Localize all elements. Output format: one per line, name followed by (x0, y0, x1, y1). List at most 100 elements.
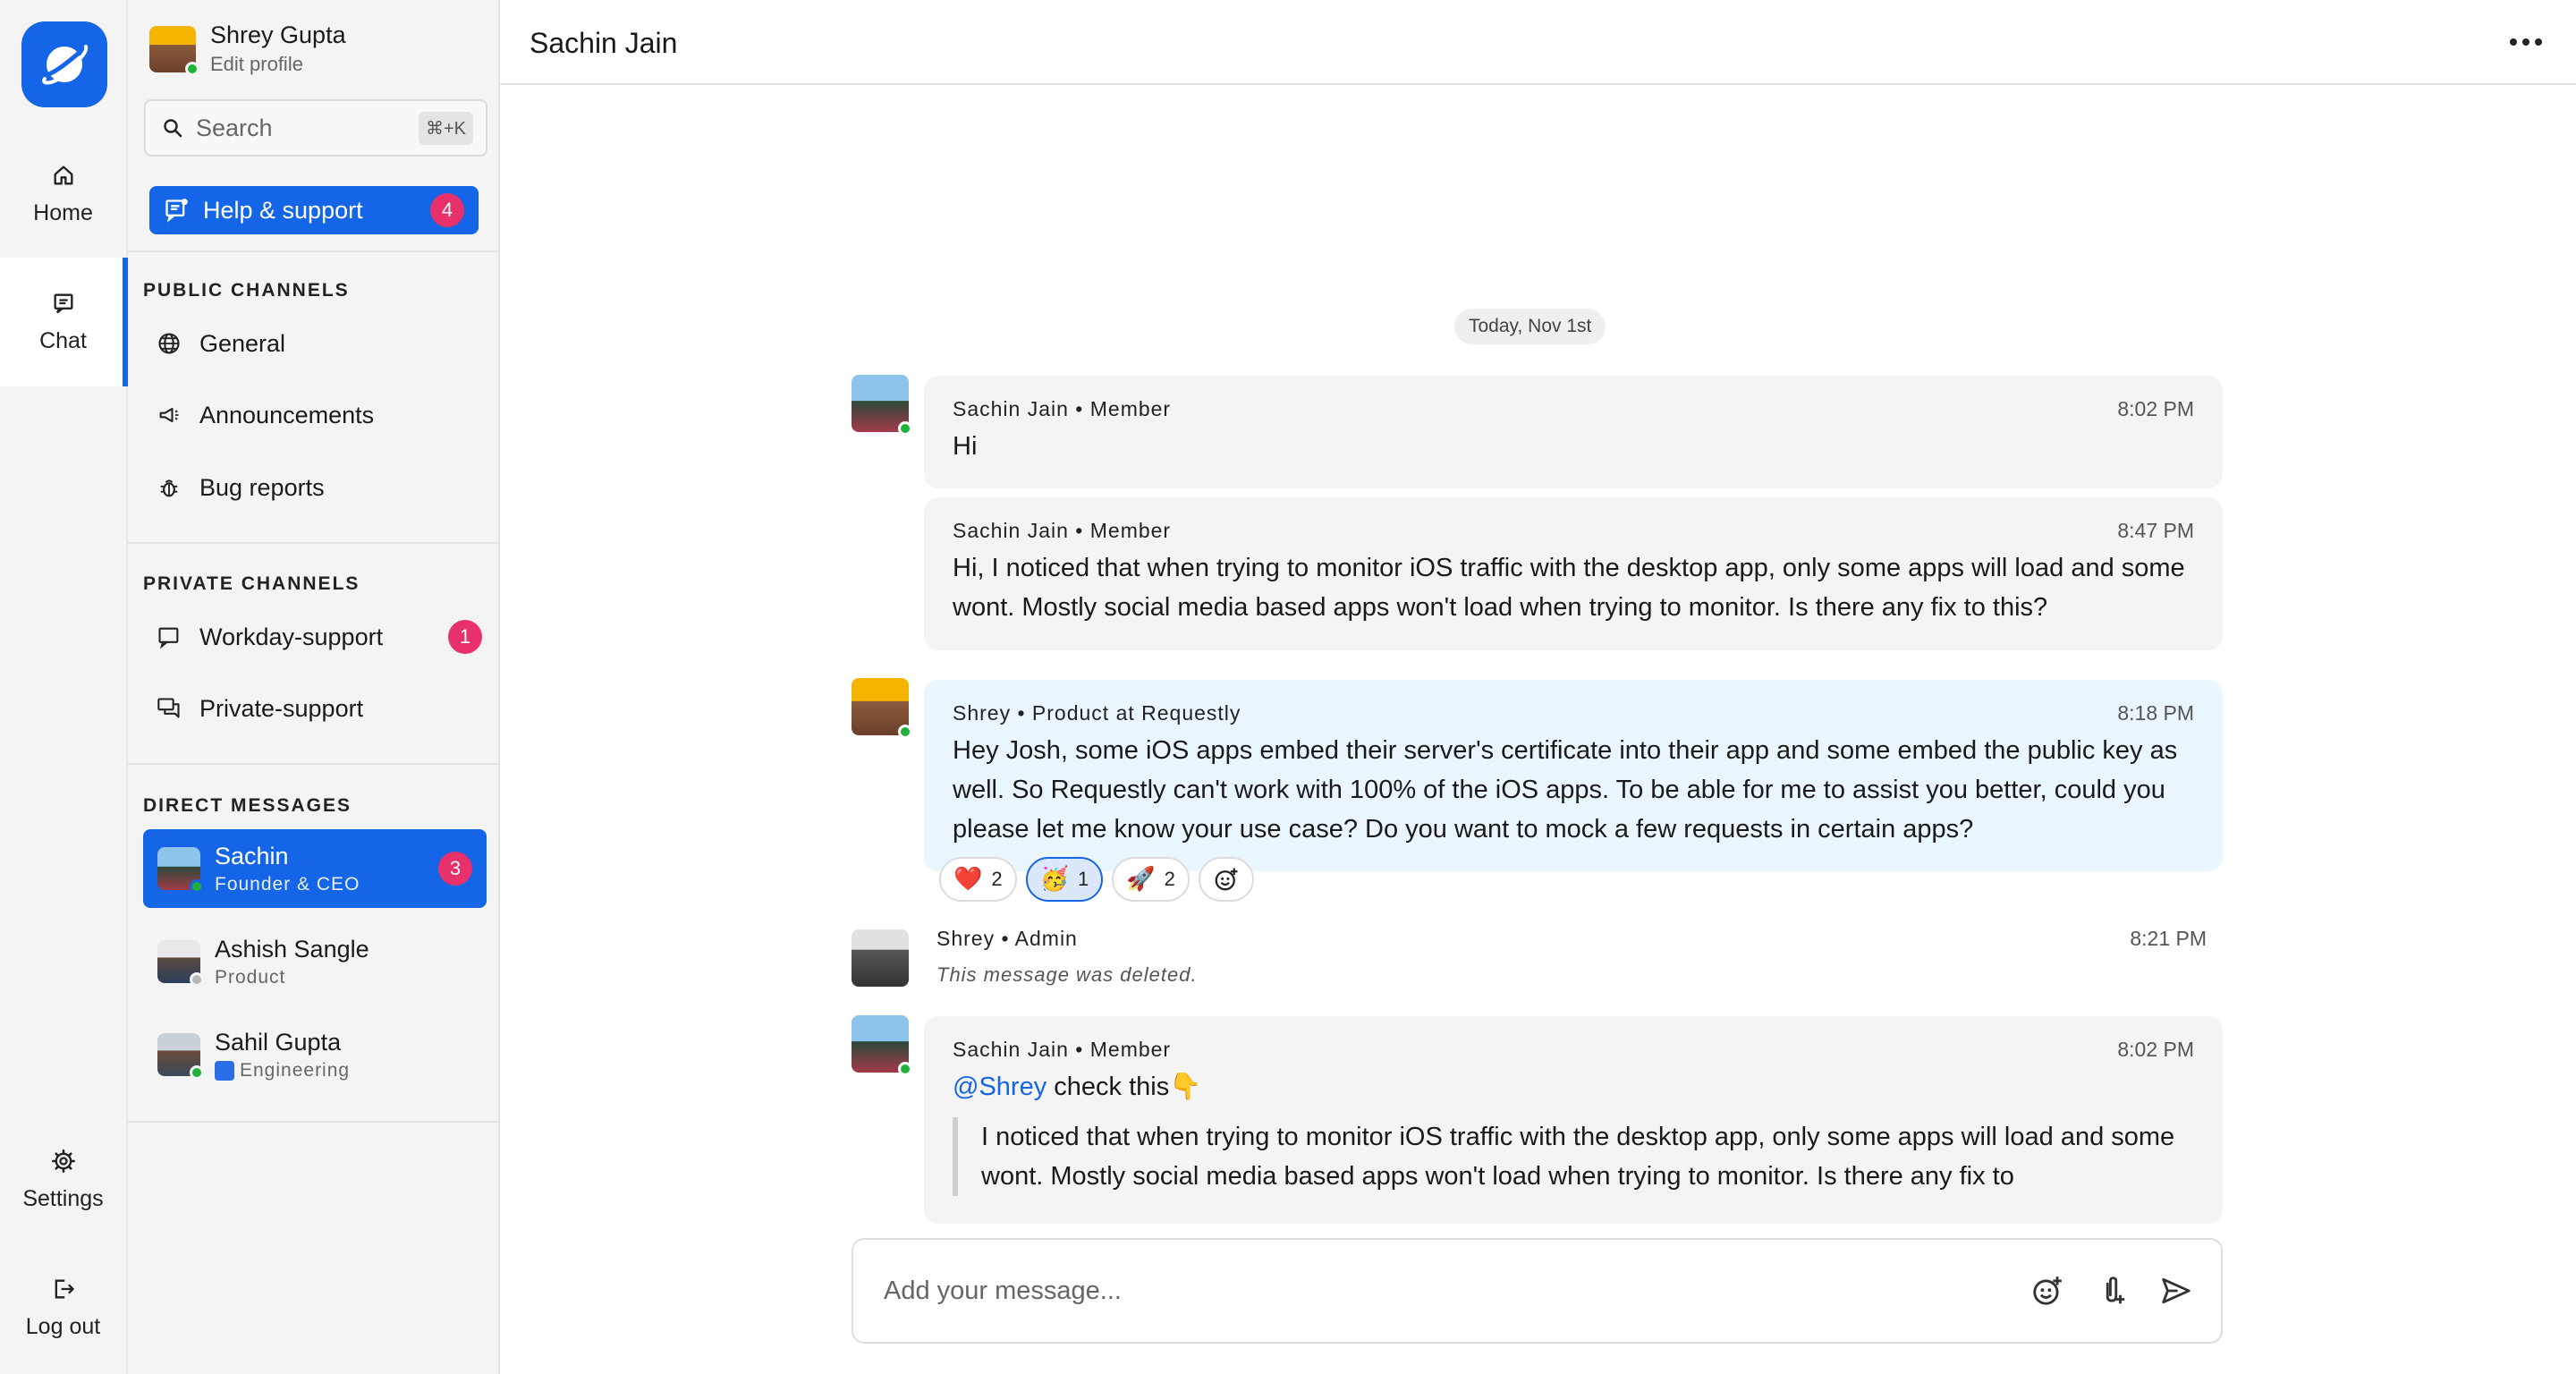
message-avatar[interactable] (852, 929, 909, 987)
app-logo[interactable] (21, 21, 107, 107)
sidebar-divider (128, 542, 498, 544)
globe-icon (158, 333, 180, 354)
nav-home[interactable]: Home (0, 130, 126, 259)
online-indicator (898, 725, 912, 739)
attach-button[interactable] (2094, 1273, 2130, 1309)
paperclip-icon (2106, 1276, 2125, 1304)
online-indicator (190, 1065, 204, 1080)
dm-role: Founder & CEO (215, 873, 360, 895)
message-text: check this👇 (1046, 1073, 1202, 1101)
sidebar-divider (128, 1121, 498, 1123)
online-indicator (185, 61, 199, 76)
planet-logo-icon (42, 45, 89, 85)
reaction-rocket[interactable]: 🚀 2 (1112, 857, 1190, 902)
reaction-heart[interactable]: ❤️ 2 (939, 857, 1017, 902)
nav-settings-label: Settings (22, 1185, 104, 1211)
message-input[interactable] (884, 1276, 2001, 1306)
channel-workday-support[interactable]: Workday-support 1 (157, 612, 482, 662)
profile-avatar (149, 25, 199, 76)
message-avatar[interactable] (852, 678, 912, 739)
search-shortcut: ⌘+K (418, 111, 473, 145)
online-indicator (898, 421, 912, 436)
emoji-button[interactable] (2029, 1273, 2065, 1309)
conversation-title: Sachin Jain (530, 27, 678, 59)
channel-label: Bug reports (199, 473, 325, 501)
send-button[interactable] (2158, 1273, 2194, 1309)
dm-avatar (157, 1033, 204, 1080)
engineering-icon (215, 1060, 234, 1081)
channel-label: General (199, 329, 286, 357)
dm-sahil-gupta[interactable]: Sahil Gupta Engineering (143, 1015, 487, 1094)
home-icon (54, 165, 73, 184)
message-bubble-own[interactable]: Shrey • Product at Requestly 8:18 PM Hey… (924, 680, 2223, 871)
nav-logout[interactable]: Log out (0, 1243, 126, 1372)
channel-sidebar: Shrey Gupta Edit profile Search ⌘+K Help… (123, 0, 500, 1374)
help-unread-badge: 4 (430, 193, 464, 227)
help-support-label: Help & support (203, 196, 363, 224)
more-options-button[interactable] (2508, 27, 2544, 57)
search-icon (164, 119, 182, 138)
profile-header[interactable]: Shrey Gupta Edit profile (149, 21, 346, 76)
chat-bubbles-icon (157, 698, 180, 718)
dm-avatar (157, 940, 204, 987)
message-avatar[interactable] (852, 1015, 912, 1076)
heart-emoji: ❤️ (953, 866, 983, 893)
direct-messages-heading: DIRECT MESSAGES (143, 795, 352, 816)
online-indicator (190, 879, 204, 894)
message-author: Sachin Jain • Member (953, 397, 1172, 420)
search-placeholder: Search (196, 114, 273, 141)
profile-name: Shrey Gupta (210, 21, 346, 48)
nav-chat-label: Chat (39, 327, 87, 353)
message-bubble[interactable]: Sachin Jain • Member 8:02 PM Hi (924, 376, 2223, 488)
dm-name: Ashish Sangle (215, 935, 369, 963)
reaction-party[interactable]: 🥳 1 (1025, 857, 1104, 902)
dm-role: Engineering (240, 1059, 351, 1081)
message-text-row: @Shrey check this👇 (953, 1067, 2194, 1107)
message-time: 8:47 PM (2117, 519, 2194, 542)
unread-badge: 1 (448, 620, 482, 654)
channel-bug-reports[interactable]: Bug reports (157, 462, 482, 513)
channel-announcements[interactable]: Announcements (157, 390, 482, 440)
channel-private-support[interactable]: Private-support (157, 683, 482, 734)
message-time: 8:21 PM (2130, 927, 2207, 950)
nav-logout-label: Log out (25, 1313, 101, 1339)
message-author: Sachin Jain • Member (953, 519, 1172, 542)
conversation-header: Sachin Jain (500, 0, 2576, 85)
message-bubble[interactable]: Sachin Jain • Member 8:02 PM @Shrey chec… (924, 1016, 2223, 1224)
send-icon (2162, 1277, 2190, 1304)
nav-rail: Home Chat Settings Log out (0, 0, 128, 1374)
dm-role-row: Engineering (215, 1060, 472, 1081)
message-bubble[interactable]: Sachin Jain • Member 8:47 PM Hi, I notic… (924, 497, 2223, 650)
add-reaction-button[interactable] (1198, 857, 1254, 902)
public-channels-heading: PUBLIC CHANNELS (143, 280, 350, 301)
online-indicator (898, 1062, 912, 1076)
reaction-count: 1 (1078, 868, 1089, 890)
dm-ashish-sangle[interactable]: Ashish Sangle Product (143, 922, 487, 1001)
dm-sachin[interactable]: Sachin Founder & CEO 3 (143, 829, 487, 908)
message-avatar[interactable] (852, 375, 912, 436)
chat-bubble-icon (158, 627, 179, 649)
gear-icon (51, 1149, 75, 1173)
dm-name: Sahil Gupta (215, 1028, 342, 1056)
channel-label: Workday-support (199, 623, 384, 650)
nav-settings[interactable]: Settings (0, 1115, 126, 1244)
edit-profile-link[interactable]: Edit profile (210, 53, 346, 76)
nav-chat[interactable]: Chat (0, 258, 128, 386)
dot (2510, 38, 2517, 46)
message-text: Hi (953, 432, 978, 461)
dot (2535, 38, 2542, 46)
sidebar-divider (128, 763, 498, 765)
channel-general[interactable]: General (157, 318, 482, 369)
channel-label: Announcements (199, 401, 375, 428)
logout-icon (55, 1279, 74, 1298)
search-box[interactable]: Search ⌘+K (144, 99, 487, 157)
reaction-count: 2 (1164, 868, 1175, 890)
user-mention[interactable]: @Shrey (953, 1073, 1046, 1101)
deleted-message: Shrey • Admin 8:21 PM This message was d… (936, 927, 2207, 987)
dm-name: Sachin (215, 842, 289, 869)
help-support-button[interactable]: Help & support 4 (149, 186, 479, 234)
active-nav-indicator (123, 258, 128, 386)
message-time: 8:02 PM (2117, 1038, 2194, 1061)
message-composer (852, 1238, 2223, 1344)
quoted-message[interactable]: I noticed that when trying to monitor iO… (953, 1117, 2194, 1196)
